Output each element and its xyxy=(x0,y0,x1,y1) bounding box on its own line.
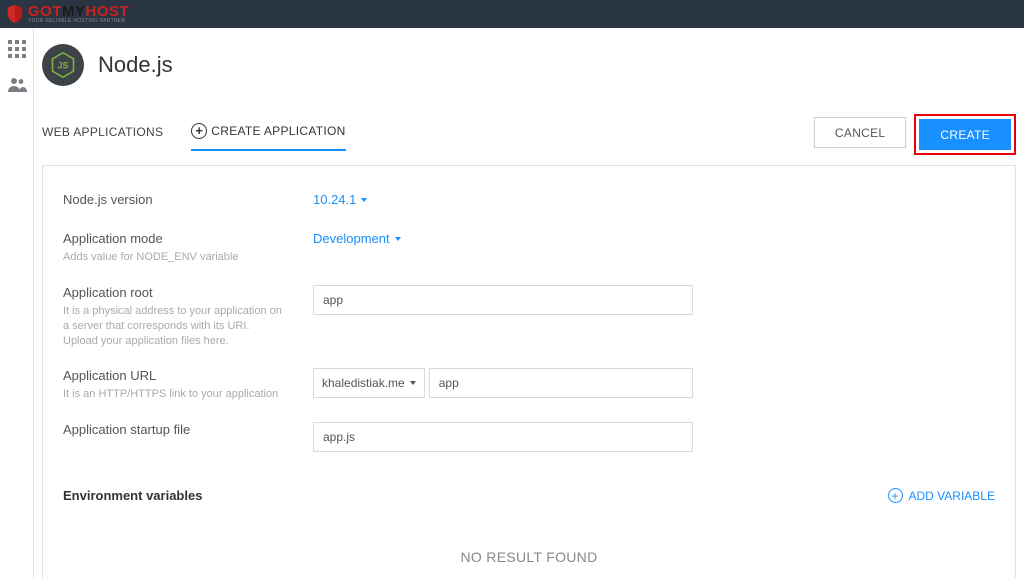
caret-down-icon xyxy=(361,198,367,202)
create-highlight: CREATE xyxy=(914,114,1016,155)
label-app-root: Application root xyxy=(63,285,313,300)
app-root-input[interactable] xyxy=(313,285,693,315)
caret-down-icon xyxy=(410,381,416,385)
hint-app-url: It is an HTTP/HTTPS link to your applica… xyxy=(63,387,283,402)
label-node-version: Node.js version xyxy=(63,192,313,207)
node-version-value: 10.24.1 xyxy=(313,192,356,207)
node-version-select[interactable]: 10.24.1 xyxy=(313,192,367,207)
tab-web-applications[interactable]: WEB APPLICATIONS xyxy=(42,125,163,149)
env-vars-title: Environment variables xyxy=(63,488,202,503)
content-area: JS Node.js WEB APPLICATIONS + CREATE APP… xyxy=(34,28,1024,578)
app-url-domain-value: khaledistiak.me xyxy=(322,376,405,390)
startup-file-input[interactable] xyxy=(313,422,693,452)
svg-text:JS: JS xyxy=(58,61,69,71)
env-vars-header: Environment variables + ADD VARIABLE xyxy=(63,452,995,513)
label-app-url: Application URL xyxy=(63,368,313,383)
form-panel: Node.js version 10.24.1 Application mode… xyxy=(42,165,1016,578)
brand-logo[interactable]: GOTMYHOST YOUR RELIABLE HOSTING PARTNER xyxy=(4,3,129,25)
app-url-path-input[interactable] xyxy=(429,368,693,398)
add-variable-button[interactable]: + ADD VARIABLE xyxy=(888,488,995,503)
hint-app-mode: Adds value for NODE_ENV variable xyxy=(63,250,283,265)
create-button[interactable]: CREATE xyxy=(919,119,1011,150)
plus-circle-icon: + xyxy=(888,488,903,503)
app-mode-select[interactable]: Development xyxy=(313,231,401,246)
page-title: Node.js xyxy=(98,52,173,78)
nodejs-icon: JS xyxy=(42,44,84,86)
plus-circle-icon: + xyxy=(191,123,207,139)
add-variable-label: ADD VARIABLE xyxy=(909,489,995,503)
shield-icon xyxy=(4,3,26,25)
users-icon[interactable] xyxy=(7,77,27,96)
label-startup-file: Application startup file xyxy=(63,422,313,437)
logo-tagline: YOUR RELIABLE HOSTING PARTNER xyxy=(28,19,129,24)
cancel-button[interactable]: CANCEL xyxy=(814,117,906,148)
topbar: GOTMYHOST YOUR RELIABLE HOSTING PARTNER xyxy=(0,0,1024,28)
apps-grid-icon[interactable] xyxy=(8,40,26,61)
label-app-mode: Application mode xyxy=(63,231,313,246)
sidebar xyxy=(0,28,34,578)
caret-down-icon xyxy=(395,237,401,241)
tab-create-label: CREATE APPLICATION xyxy=(211,124,345,138)
tabs-row: WEB APPLICATIONS + CREATE APPLICATION CA… xyxy=(34,86,1024,159)
app-mode-value: Development xyxy=(313,231,390,246)
tab-create-application[interactable]: + CREATE APPLICATION xyxy=(191,123,345,151)
no-result-text: NO RESULT FOUND xyxy=(63,513,995,578)
app-url-domain-select[interactable]: khaledistiak.me xyxy=(313,368,425,398)
hint-app-root: It is a physical address to your applica… xyxy=(63,304,283,349)
